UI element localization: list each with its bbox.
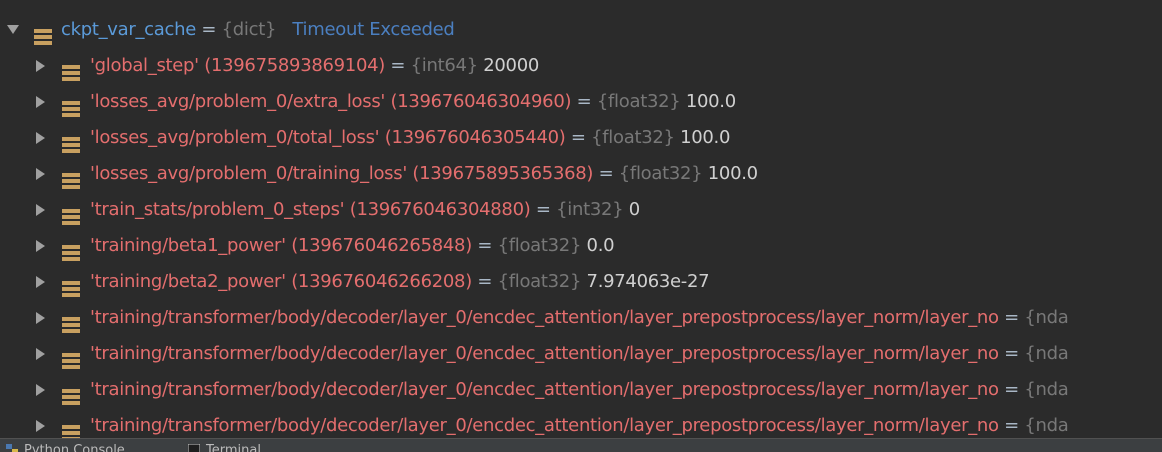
bottom-tool-window-bar: Python Console Terminal bbox=[0, 438, 1162, 452]
tree-row[interactable]: 'training/transformer/body/decoder/layer… bbox=[0, 336, 1162, 372]
variable-type: {int32} bbox=[556, 199, 624, 220]
variable-name: 'losses_avg/problem_0/total_loss' (13967… bbox=[90, 127, 566, 148]
variable-type: {float32} bbox=[497, 271, 582, 292]
collapse-arrow-icon[interactable] bbox=[6, 12, 20, 48]
variable-name: 'losses_avg/problem_0/training_loss' (13… bbox=[90, 163, 594, 184]
variable-value: 100.0 bbox=[685, 91, 736, 112]
tree-row[interactable]: 'train_stats/problem_0_steps' (139676046… bbox=[0, 192, 1162, 228]
variable-type: {nda bbox=[1024, 343, 1069, 364]
expand-arrow-icon[interactable] bbox=[34, 156, 48, 192]
variable-type: {float32} bbox=[596, 91, 681, 112]
variable-icon bbox=[62, 58, 80, 81]
tree-row[interactable]: 'global_step' (139675893869104) = {int64… bbox=[0, 48, 1162, 84]
equals-sign: = bbox=[1004, 307, 1019, 328]
tree-row[interactable]: 'losses_avg/problem_0/extra_loss' (13967… bbox=[0, 84, 1162, 120]
variable-name: 'losses_avg/problem_0/extra_loss' (13967… bbox=[90, 91, 572, 112]
variable-name: 'training/transformer/body/decoder/layer… bbox=[90, 307, 999, 328]
equals-sign: = bbox=[535, 199, 551, 220]
variable-type: {float32} bbox=[591, 127, 675, 148]
expand-arrow-icon[interactable] bbox=[34, 48, 48, 84]
variable-name: 'global_step' (139675893869104) bbox=[90, 55, 385, 76]
expand-arrow-icon[interactable] bbox=[34, 372, 48, 408]
variable-name: 'training/transformer/body/decoder/layer… bbox=[90, 343, 999, 364]
variable-icon bbox=[62, 274, 80, 297]
variable-icon bbox=[34, 22, 52, 45]
variables-tree: ckpt_var_cache = {dict} Timeout Exceeded… bbox=[0, 0, 1162, 438]
tree-row-ckpt-var-cache[interactable]: ckpt_var_cache = {dict} Timeout Exceeded bbox=[0, 12, 1162, 48]
variable-type: {dict} bbox=[221, 19, 277, 40]
variable-icon bbox=[62, 202, 80, 225]
variable-type: {nda bbox=[1024, 307, 1069, 328]
variable-value: 100.0 bbox=[680, 127, 731, 148]
expand-arrow-icon[interactable] bbox=[34, 264, 48, 300]
variable-icon bbox=[62, 310, 80, 333]
variable-name: 'training/beta2_power' (139676046266208) bbox=[90, 271, 472, 292]
expand-arrow-icon[interactable] bbox=[34, 300, 48, 336]
tree-row[interactable]: 'training/transformer/body/decoder/layer… bbox=[0, 300, 1162, 336]
variable-icon bbox=[62, 238, 80, 261]
variable-icon bbox=[62, 94, 80, 117]
equals-sign: = bbox=[570, 127, 586, 148]
variable-type: {int64} bbox=[410, 55, 478, 76]
variable-icon bbox=[62, 166, 80, 189]
variable-icon bbox=[62, 418, 80, 438]
tree-row[interactable]: 'training/beta2_power' (139676046266208)… bbox=[0, 264, 1162, 300]
variable-type: {float32} bbox=[497, 235, 582, 256]
expand-arrow-icon[interactable] bbox=[34, 408, 48, 438]
variable-type: {nda bbox=[1024, 415, 1069, 436]
variable-name: 'training/transformer/body/decoder/layer… bbox=[90, 415, 999, 436]
equals-sign: = bbox=[598, 163, 614, 184]
equals-sign: = bbox=[477, 271, 493, 292]
equals-sign: = bbox=[390, 55, 406, 76]
tree-row[interactable]: 'losses_avg/problem_0/training_loss' (13… bbox=[0, 156, 1162, 192]
variable-value: 7.974063e-27 bbox=[586, 271, 710, 292]
equals-sign: = bbox=[201, 19, 217, 40]
equals-sign: = bbox=[477, 235, 493, 256]
variable-icon bbox=[62, 130, 80, 153]
expand-arrow-icon[interactable] bbox=[34, 228, 48, 264]
equals-sign: = bbox=[1004, 343, 1019, 364]
tree-row[interactable]: 'training/transformer/body/decoder/layer… bbox=[0, 372, 1162, 408]
variable-name: 'training/transformer/body/decoder/layer… bbox=[90, 379, 999, 400]
variable-name: ckpt_var_cache bbox=[61, 19, 196, 40]
variable-value: 0.0 bbox=[586, 235, 615, 256]
variable-value: 0 bbox=[628, 199, 640, 220]
equals-sign: = bbox=[576, 91, 592, 112]
tree-row[interactable]: 'losses_avg/problem_0/total_loss' (13967… bbox=[0, 120, 1162, 156]
equals-sign: = bbox=[1004, 415, 1019, 436]
timeout-warning: Timeout Exceeded bbox=[292, 19, 455, 40]
expand-arrow-icon[interactable] bbox=[34, 120, 48, 156]
variable-icon bbox=[62, 382, 80, 405]
variable-icon bbox=[62, 346, 80, 369]
variable-value: 20000 bbox=[483, 55, 539, 76]
tree-row[interactable]: 'training/beta1_power' (139676046265848)… bbox=[0, 228, 1162, 264]
variable-type: {float32} bbox=[618, 163, 703, 184]
variable-type: {nda bbox=[1024, 379, 1069, 400]
expand-arrow-icon[interactable] bbox=[34, 192, 48, 228]
variable-name: 'training/beta1_power' (139676046265848) bbox=[90, 235, 472, 256]
expand-arrow-icon[interactable] bbox=[34, 84, 48, 120]
variable-value: 100.0 bbox=[707, 163, 758, 184]
expand-arrow-icon[interactable] bbox=[34, 336, 48, 372]
tree-row[interactable]: 'training/transformer/body/decoder/layer… bbox=[0, 408, 1162, 438]
variable-name: 'train_stats/problem_0_steps' (139676046… bbox=[90, 199, 531, 220]
equals-sign: = bbox=[1004, 379, 1019, 400]
